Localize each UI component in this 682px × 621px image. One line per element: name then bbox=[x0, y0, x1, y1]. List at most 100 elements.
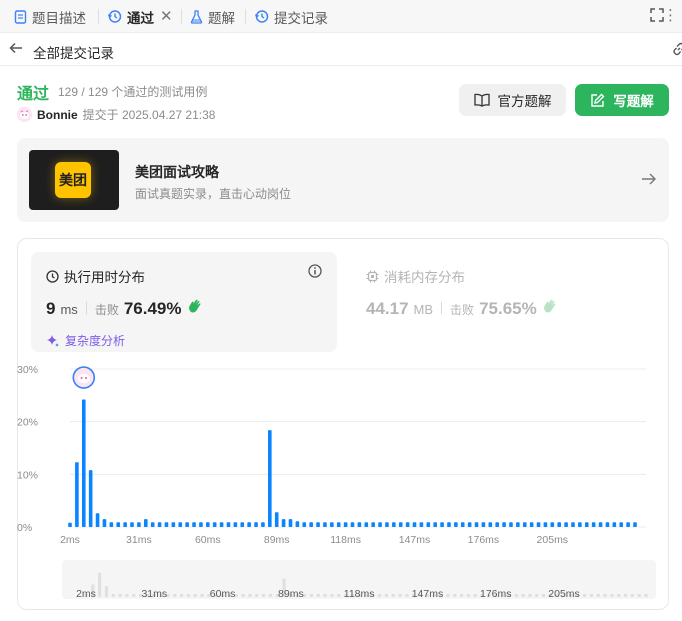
chart-bar bbox=[88, 470, 93, 527]
x-tick-label: 147ms bbox=[399, 534, 431, 546]
brush-bar bbox=[644, 594, 648, 597]
complexity-analysis-link[interactable]: 复杂度分析 bbox=[46, 332, 125, 349]
brush-bar bbox=[405, 594, 409, 597]
chart-bar bbox=[171, 522, 176, 527]
sparkle-icon bbox=[47, 334, 59, 347]
brush-bar bbox=[521, 594, 525, 597]
chart-bar bbox=[219, 522, 224, 527]
brush-x-tick-label: 2ms bbox=[76, 588, 96, 599]
chart-bar bbox=[240, 522, 245, 527]
official-solution-label: 官方题解 bbox=[497, 94, 552, 109]
chart-bar bbox=[433, 522, 437, 527]
runtime-metric: 9 ms 击败 76.49% bbox=[46, 298, 203, 319]
history-icon bbox=[254, 10, 269, 23]
back-arrow-icon[interactable] bbox=[9, 41, 23, 58]
chart-bar bbox=[405, 522, 410, 527]
chart-bar bbox=[564, 522, 568, 527]
chart-bar bbox=[199, 522, 203, 527]
brush-bar bbox=[630, 594, 634, 597]
runtime-value: 9 bbox=[46, 299, 56, 318]
chart-bar bbox=[95, 513, 100, 527]
chart-bar bbox=[143, 519, 148, 527]
submitter-info: Bonnie 提交于 2025.04.27 21:38 bbox=[17, 106, 215, 123]
brush-bar bbox=[261, 594, 266, 597]
brush-bar bbox=[132, 594, 136, 597]
user-avatar-face bbox=[77, 374, 90, 384]
brush-bar bbox=[193, 594, 197, 597]
tab-accepted[interactable]: 通过 bbox=[107, 0, 154, 33]
brush-bar bbox=[535, 594, 539, 597]
brush-bar bbox=[316, 594, 320, 597]
chart-bar bbox=[460, 522, 465, 527]
memory-value: 44.17 bbox=[366, 299, 409, 318]
brush-bar bbox=[514, 594, 518, 597]
brush-x-tick-label: 118ms bbox=[344, 588, 375, 599]
official-solution-button[interactable]: 官方题解 bbox=[459, 84, 566, 116]
tab-description[interactable]: 题目描述 bbox=[14, 0, 86, 33]
promo-card[interactable]: 美团 美团面试攻略 面试真题实录，直击心动岗位 bbox=[17, 138, 669, 222]
chart-bar bbox=[440, 522, 444, 527]
chart-bar bbox=[398, 522, 403, 527]
chart-bar bbox=[268, 430, 272, 527]
close-tab-icon[interactable]: ✕ bbox=[160, 7, 173, 25]
chart-bar bbox=[626, 522, 630, 527]
back-bar: 全部提交记录 bbox=[0, 33, 682, 66]
x-tick-label: 205ms bbox=[537, 534, 569, 546]
chart-bar bbox=[302, 522, 307, 527]
brush-bar bbox=[309, 594, 313, 597]
memory-card[interactable]: 消耗内存分布 44.17 MB 击败 75.65% bbox=[351, 252, 651, 352]
brush-bar bbox=[241, 594, 245, 597]
chart-bar bbox=[288, 519, 293, 527]
chart-bar bbox=[254, 522, 258, 527]
info-icon[interactable] bbox=[308, 264, 322, 281]
chart-bar bbox=[509, 522, 513, 527]
brush-x-tick-label: 176ms bbox=[480, 588, 512, 599]
write-solution-button[interactable]: 写题解 bbox=[575, 84, 669, 116]
chart-bar bbox=[529, 522, 534, 527]
chart-bar bbox=[164, 522, 169, 527]
tab-submissions[interactable]: 提交记录 bbox=[254, 0, 328, 33]
chart-bar bbox=[137, 522, 141, 527]
brush-bar bbox=[596, 594, 600, 597]
book-icon bbox=[473, 93, 490, 107]
tab-solutions[interactable]: 题解 bbox=[190, 0, 235, 33]
link-icon[interactable] bbox=[672, 42, 682, 59]
brush-overview-chart: 2ms 31ms 60ms 89ms 118ms 147ms 176ms 205ms bbox=[76, 572, 648, 599]
chart-bar bbox=[557, 522, 562, 527]
chart-bar bbox=[206, 522, 210, 527]
chart-bar bbox=[419, 522, 424, 527]
chart-bar bbox=[102, 519, 107, 527]
chart-bar bbox=[192, 522, 196, 527]
more-menu-icon[interactable]: ⋮ bbox=[663, 6, 678, 24]
brush-bar bbox=[248, 594, 252, 597]
x-tick-label: 176ms bbox=[468, 534, 500, 546]
chart-bar bbox=[392, 522, 396, 527]
chart-bar bbox=[109, 522, 114, 527]
chart-bar bbox=[75, 462, 79, 527]
chart-bar bbox=[357, 522, 362, 527]
chart-bar bbox=[543, 522, 548, 527]
brush-bar bbox=[173, 594, 177, 597]
user-avatar-eye bbox=[84, 377, 87, 380]
user-avatar-eye bbox=[80, 377, 83, 380]
metric-divider bbox=[441, 302, 443, 314]
username[interactable]: Bonnie bbox=[37, 108, 78, 122]
chip-icon bbox=[366, 270, 379, 282]
avatar[interactable] bbox=[17, 107, 32, 122]
back-link[interactable]: 全部提交记录 bbox=[33, 42, 114, 62]
y-tick-label: 0% bbox=[17, 522, 32, 534]
chart-bar bbox=[550, 522, 555, 527]
chart-bar bbox=[157, 522, 162, 527]
chart-bar bbox=[385, 522, 389, 527]
runtime-distribution-chart[interactable]: 30% 20% 10% 0% 2ms 31ms 60ms 89ms 118ms 147ms 176m… bbox=[17, 360, 657, 550]
chart-bar bbox=[68, 522, 72, 527]
brush-bar bbox=[398, 594, 402, 597]
brush-bar bbox=[589, 594, 593, 597]
brush-bar bbox=[323, 594, 327, 597]
runtime-card[interactable]: 执行用时分布 9 ms 击败 76.49% 复杂度分析 bbox=[31, 252, 337, 352]
runtime-unit: ms bbox=[60, 302, 78, 317]
chart-bar bbox=[447, 522, 451, 527]
expand-icon[interactable] bbox=[650, 8, 664, 25]
chart-bar bbox=[330, 522, 334, 527]
brush-x-tick-label: 205ms bbox=[548, 588, 580, 599]
